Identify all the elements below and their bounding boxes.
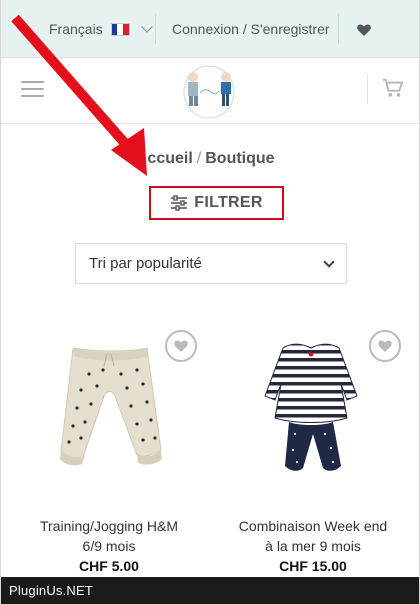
product-title-line: Training/Jogging H&M [40,518,178,534]
product-price: CHF 5.00 [79,558,139,574]
heart-icon [378,340,392,352]
chevron-down-icon [141,21,153,33]
top-bar: Français Connexion / S'enregistrer [1,0,419,58]
site-logo[interactable] [169,62,249,122]
product-title[interactable]: Training/Jogging H&M 6/9 mois [19,516,199,556]
cart-icon[interactable] [382,78,404,98]
breadcrumb-separator: / [196,150,202,167]
product-price: CHF 15.00 [279,558,347,574]
heart-icon[interactable] [356,22,372,38]
filter-button[interactable]: FILTRER [149,186,284,220]
divider [155,14,156,44]
wishlist-button[interactable] [165,330,197,362]
sort-select[interactable]: Tri par popularité [75,243,347,284]
chevron-down-icon [323,256,335,268]
product-title-line: 6/9 mois [82,538,136,554]
watermark-bar: PluginUs.NET [1,577,419,604]
france-flag-icon [110,22,130,36]
language-selector[interactable]: Français [49,0,153,58]
wishlist-button[interactable] [369,330,401,362]
divider [367,74,368,104]
language-label: Français [49,21,103,37]
breadcrumb-current: Boutique [205,150,275,167]
sort-selected-value: Tri par popularité [89,255,202,272]
heart-icon [174,340,188,352]
divider [338,14,339,44]
filter-sliders-icon [171,195,188,211]
page: Français Connexion / S'enregistrer ccuei… [0,0,420,604]
product-title-line: à la mer 9 mois [265,538,361,554]
breadcrumb: ccueil / Boutique [1,150,419,168]
site-header [1,58,419,124]
menu-icon[interactable] [21,81,44,99]
product-card[interactable]: Combinaison Week end à la mer 9 mois CHF… [223,326,403,574]
filter-label: FILTRER [194,194,263,211]
product-image[interactable] [19,326,199,506]
watermark-text: PluginUs.NET [9,583,94,598]
login-register-link[interactable]: Connexion / S'enregistrer [172,0,330,58]
breadcrumb-home[interactable]: ccueil [147,150,192,167]
product-title-line: Combinaison Week end [238,518,388,534]
product-card[interactable]: Training/Jogging H&M 6/9 mois CHF 5.00 [19,326,199,574]
product-title[interactable]: Combinaison Week end à la mer 9 mois [223,516,403,556]
product-image[interactable] [223,326,403,506]
